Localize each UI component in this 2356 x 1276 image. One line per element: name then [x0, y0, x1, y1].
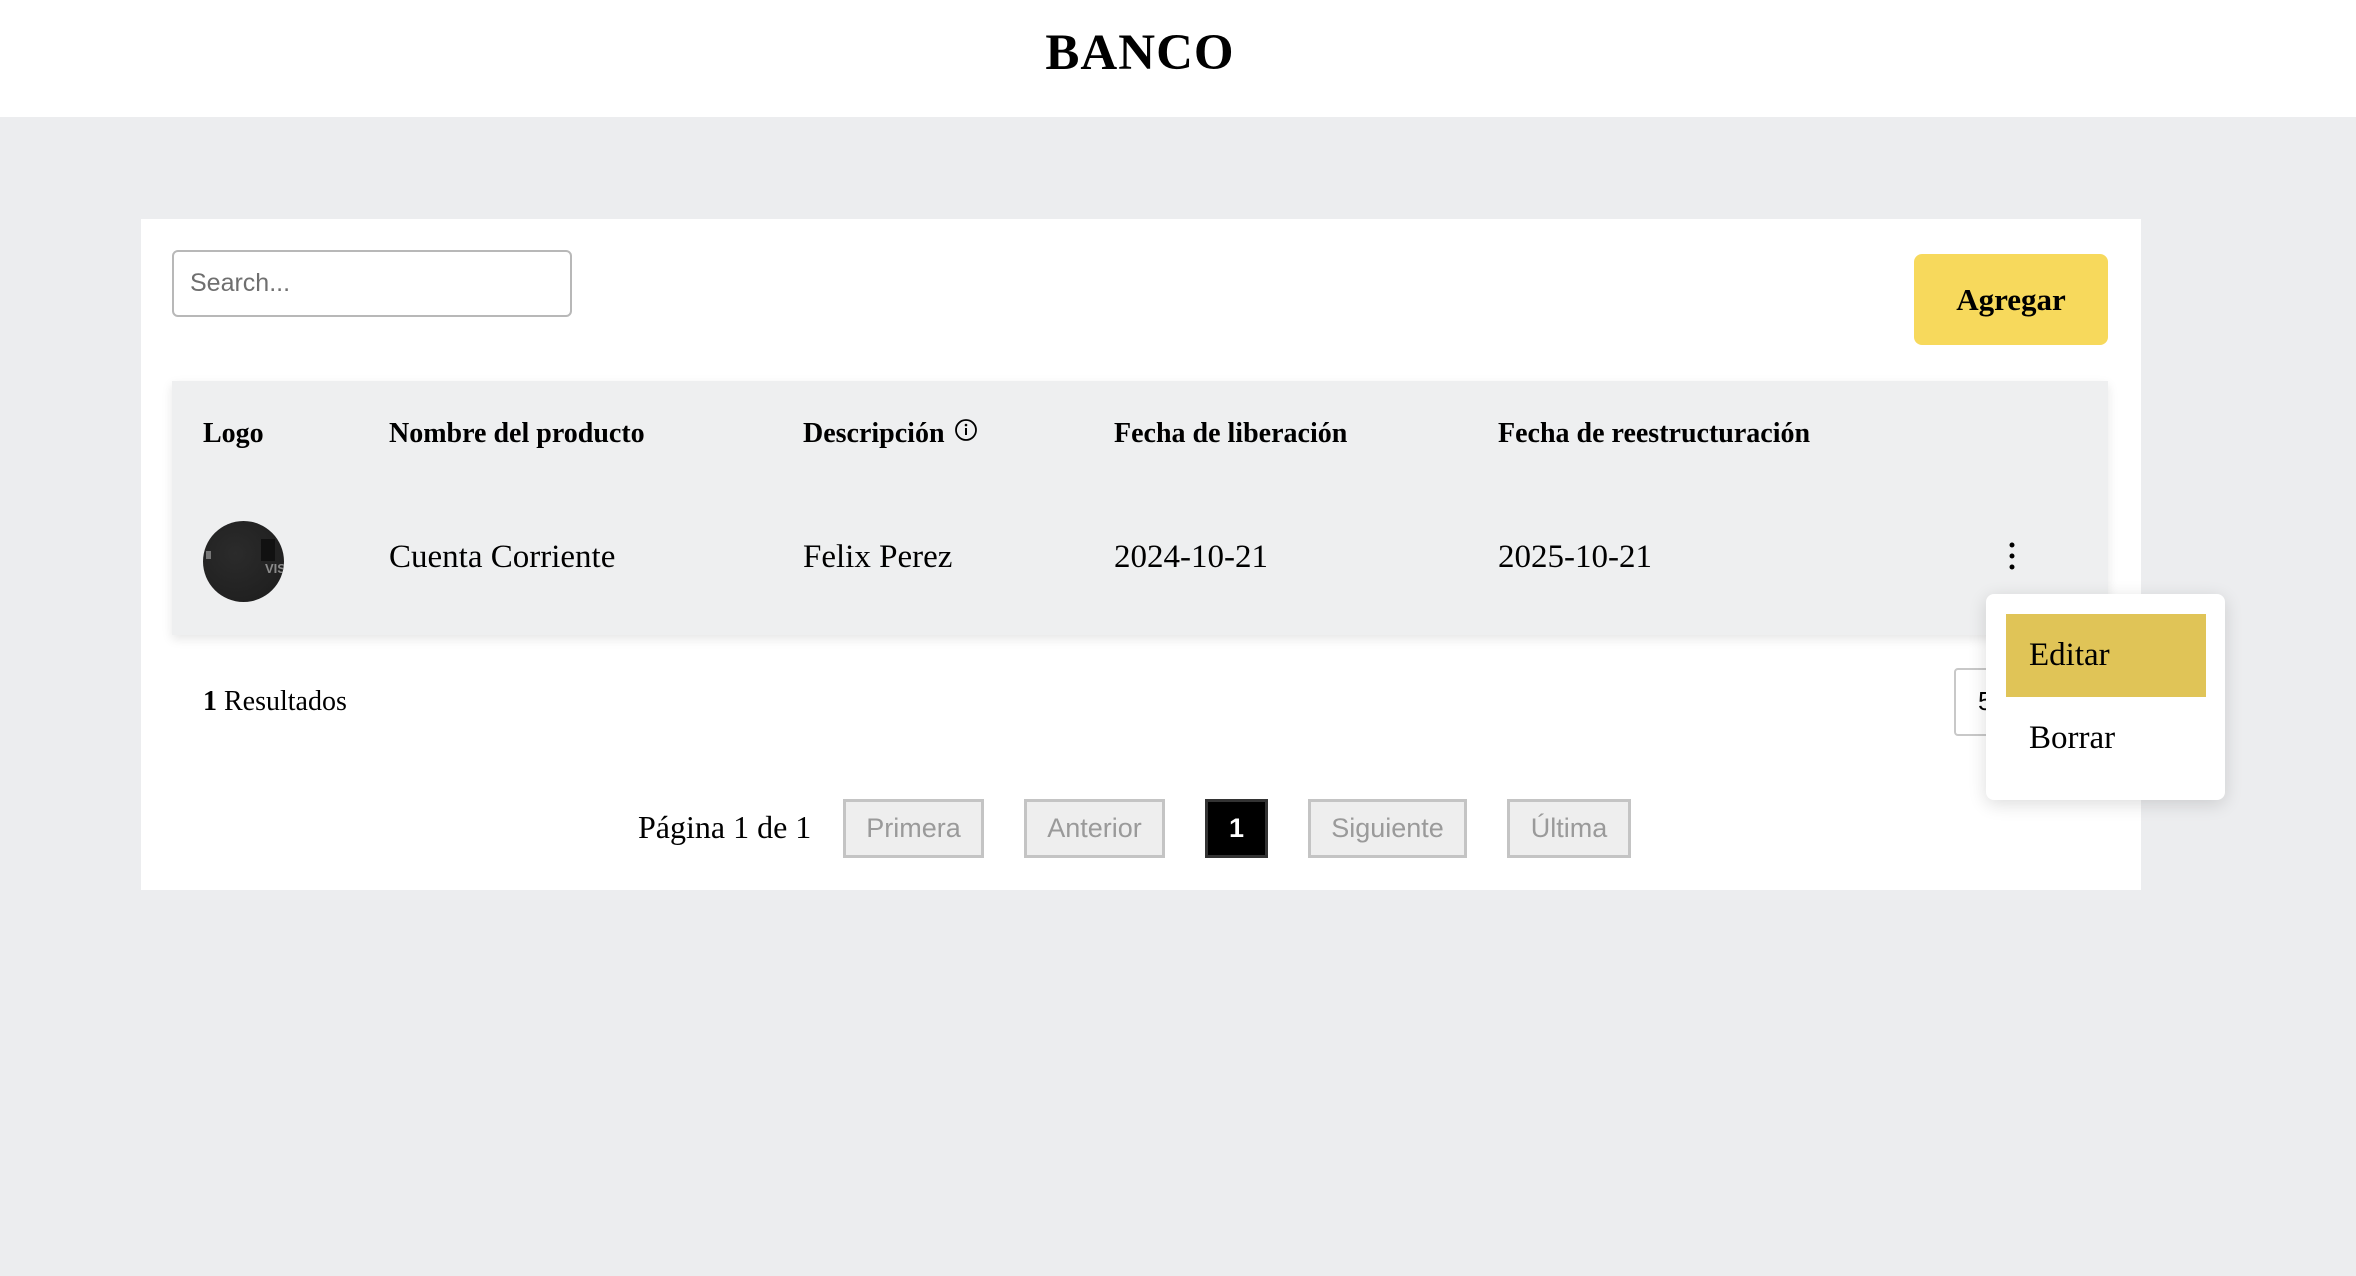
column-header-description: Descripción — [803, 418, 945, 449]
cell-restructure-date: 2025-10-21 — [1498, 539, 1652, 575]
search-input[interactable] — [172, 250, 572, 317]
page-info: Página 1 de 1 — [638, 809, 812, 845]
results-label: Resultados — [224, 686, 347, 717]
first-page-button[interactable]: Primera — [843, 799, 984, 858]
brand-title: BANCO — [1045, 25, 1235, 81]
menu-item-delete[interactable]: Borrar — [2006, 697, 2206, 780]
results-summary: 1 Resultados — [203, 686, 347, 718]
kebab-menu-icon[interactable] — [1998, 540, 2026, 572]
current-page-button[interactable]: 1 — [1205, 799, 1268, 858]
column-header-product-name: Nombre del producto — [389, 418, 645, 449]
app-header: BANCO — [0, 0, 2356, 117]
info-circle-icon[interactable] — [954, 418, 978, 442]
column-header-restructure-date: Fecha de reestructuración — [1498, 418, 1811, 449]
row-actions-menu: Editar Borrar — [1986, 594, 2225, 800]
logo-mark — [206, 551, 211, 559]
add-button[interactable]: Agregar — [1914, 254, 2108, 345]
logo-chip — [261, 539, 275, 561]
results-count: 1 — [203, 686, 217, 717]
column-header-release-date: Fecha de liberación — [1114, 418, 1348, 449]
previous-page-button[interactable]: Anterior — [1024, 799, 1165, 858]
cell-product-name: Cuenta Corriente — [389, 539, 616, 575]
next-page-button[interactable]: Siguiente — [1308, 799, 1467, 858]
last-page-button[interactable]: Última — [1507, 799, 1631, 858]
column-header-logo: Logo — [203, 418, 264, 449]
product-logo: VISA — [203, 521, 284, 602]
cell-release-date: 2024-10-21 — [1114, 539, 1268, 575]
cell-description: Felix Perez — [803, 539, 953, 575]
menu-item-edit[interactable]: Editar — [2006, 614, 2206, 697]
logo-text: VISA — [265, 561, 284, 576]
